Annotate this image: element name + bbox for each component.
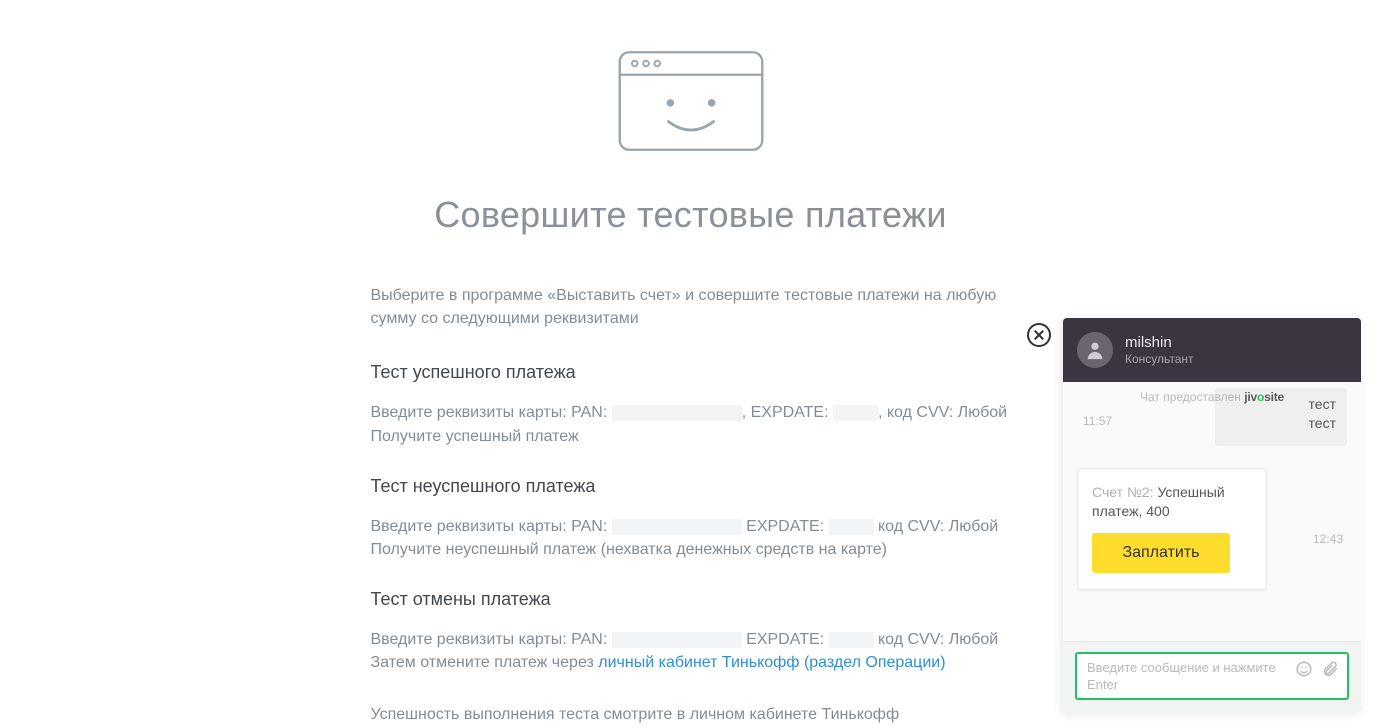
payment-card-title: Счет №2: Успешный платеж, 400 xyxy=(1092,483,1252,521)
avatar xyxy=(1077,332,1113,368)
section-desc-success: Введите реквизиты карты: PAN: , EXPDATE:… xyxy=(371,401,1011,447)
attachment-icon[interactable] xyxy=(1321,660,1339,678)
masked-expdate xyxy=(833,405,878,421)
chat-input-area: Введите сообщение и нажмите Enter xyxy=(1063,641,1361,712)
masked-pan xyxy=(612,405,742,421)
jivosite-logo: jivosite xyxy=(1244,390,1284,404)
section-desc-fail: Введите реквизиты карты: PAN: EXPDATE: к… xyxy=(371,515,1011,561)
masked-pan xyxy=(612,632,742,648)
section-heading-cancel: Тест отмены платежа xyxy=(371,589,1011,610)
message-timestamp: 12:43 xyxy=(1313,532,1343,546)
section-heading-success: Тест успешного платежа xyxy=(371,362,1011,383)
agent-name: milshin xyxy=(1125,334,1194,353)
section-desc-cancel: Введите реквизиты карты: PAN: EXPDATE: к… xyxy=(371,628,1011,674)
masked-expdate xyxy=(829,519,874,535)
page-title: Совершите тестовые платежи xyxy=(371,194,1011,236)
section-heading-fail: Тест неуспешного платежа xyxy=(371,476,1011,497)
chat-header: milshin Консультант xyxy=(1063,318,1361,382)
emoji-icon[interactable] xyxy=(1295,660,1313,678)
chat-text-input[interactable]: Введите сообщение и нажмите Enter xyxy=(1075,652,1349,700)
agent-role: Консультант xyxy=(1125,352,1194,366)
intro-text: Выберите в программе «Выставить счет» и … xyxy=(371,284,1011,330)
footer-note: Успешность выполнения теста смотрите в л… xyxy=(371,703,1011,726)
chat-close-button[interactable] xyxy=(1027,323,1051,347)
masked-pan xyxy=(612,519,742,535)
masked-expdate xyxy=(829,632,874,648)
tinkoff-operations-link[interactable]: личный кабинет Тинькофф (раздел Операции… xyxy=(598,654,945,671)
chat-provider-label: Чат предоставлен jivosite xyxy=(1063,390,1361,404)
pay-button[interactable]: Заплатить xyxy=(1092,533,1230,573)
chat-widget: milshin Консультант Чат предоставлен jiv… xyxy=(1063,318,1361,712)
chat-input-placeholder: Введите сообщение и нажмите Enter xyxy=(1087,660,1289,694)
message-timestamp: 11:57 xyxy=(1083,414,1112,428)
chat-body: Чат предоставлен jivosite 11:57 тест тес… xyxy=(1063,382,1361,641)
happy-browser-icon xyxy=(616,48,766,154)
payment-card: Счет №2: Успешный платеж, 400 Заплатить xyxy=(1077,468,1267,590)
